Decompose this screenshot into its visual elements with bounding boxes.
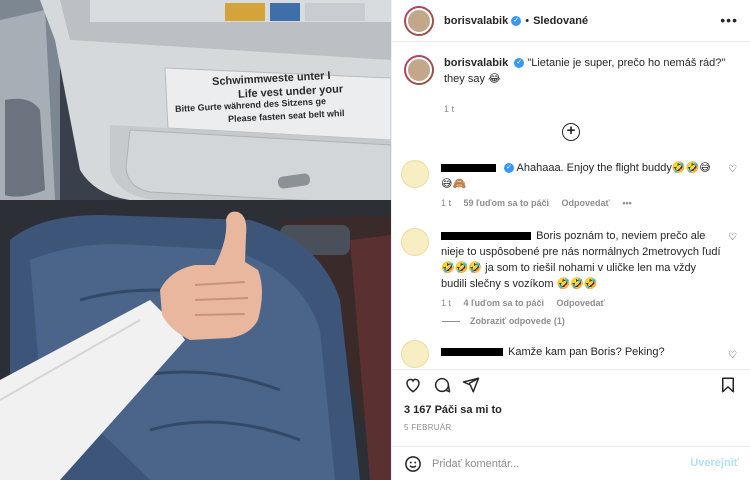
- commenter-avatar[interactable]: [401, 228, 429, 256]
- post-side-panel: borisvalabik ✓ • Sledované ••• borisvala…: [391, 0, 750, 480]
- caption-username[interactable]: borisvalabik: [444, 57, 508, 69]
- reply-button[interactable]: Odpovedať: [557, 298, 605, 308]
- caption-avatar[interactable]: [404, 55, 434, 85]
- post-date: 5 FEBRUÁR: [404, 423, 452, 432]
- commenter-avatar[interactable]: [401, 340, 429, 368]
- post-header: borisvalabik ✓ • Sledované •••: [392, 0, 750, 42]
- redacted-username: [441, 232, 531, 241]
- comment-item: ✓ Ahahaaa. Enjoy the flight buddy🤣🤣😅😅🙈 1…: [401, 160, 741, 208]
- share-icon[interactable]: [462, 376, 480, 394]
- add-comment-bar: Uverejniť: [392, 446, 750, 480]
- verified-badge-icon: ✓: [504, 163, 515, 174]
- more-options-icon[interactable]: •••: [720, 12, 738, 28]
- heart-icon[interactable]: [404, 376, 422, 394]
- comment-time: 1 t: [441, 198, 452, 208]
- comment-like-heart-icon[interactable]: ♡: [728, 164, 737, 175]
- comment-like-heart-icon[interactable]: ♡: [728, 232, 737, 243]
- load-more-comments-icon[interactable]: +: [562, 123, 580, 141]
- bookmark-icon[interactable]: [719, 376, 737, 394]
- comment-likes[interactable]: 4 ľuďom sa to páči: [464, 298, 544, 308]
- view-replies-button[interactable]: Zobraziť odpovede (1): [442, 316, 565, 326]
- caption-time: 1 t: [444, 104, 455, 114]
- comment-more-icon[interactable]: •••: [622, 198, 631, 208]
- post-comment-button[interactable]: Uverejniť: [690, 457, 739, 469]
- post-photo[interactable]: Schwimmweste unter I Life vest under you…: [0, 0, 391, 480]
- author-avatar[interactable]: [404, 5, 434, 36]
- redacted-username: [441, 348, 503, 357]
- verified-badge-icon: ✓: [514, 58, 525, 69]
- comment-icon[interactable]: [433, 376, 451, 394]
- comment-input[interactable]: [432, 455, 682, 473]
- emoji-icon[interactable]: [404, 455, 422, 473]
- verified-badge-icon: ✓: [511, 15, 522, 26]
- redacted-username: [441, 164, 496, 173]
- comment-likes[interactable]: 59 ľuďom sa to páči: [464, 198, 549, 208]
- comment-like-heart-icon[interactable]: ♡: [728, 350, 737, 361]
- likes-count[interactable]: 3 167 Páči sa mi to: [404, 404, 502, 416]
- commenter-avatar[interactable]: [401, 160, 429, 188]
- comment-item: Boris poznám to, neviem prečo ale nieje …: [401, 228, 741, 308]
- author-username[interactable]: borisvalabik: [444, 15, 508, 27]
- comment-text: Kamže kam pan Boris? Peking?: [508, 346, 665, 358]
- follow-status-button[interactable]: Sledované: [533, 15, 588, 27]
- view-replies-label: Zobraziť odpovede (1): [470, 316, 565, 326]
- post-action-bar: [392, 369, 750, 399]
- header-separator: •: [525, 14, 530, 27]
- photo-illustration: [0, 0, 391, 480]
- instagram-post: Schwimmweste unter I Life vest under you…: [0, 0, 750, 480]
- comment-time: 1 t: [441, 298, 452, 308]
- comment-item: Kamže kam pan Boris? Peking? ♡: [401, 340, 741, 368]
- post-caption: borisvalabik ✓ "Lietanie je super, prečo…: [404, 55, 734, 117]
- reply-button[interactable]: Odpovedať: [562, 198, 610, 208]
